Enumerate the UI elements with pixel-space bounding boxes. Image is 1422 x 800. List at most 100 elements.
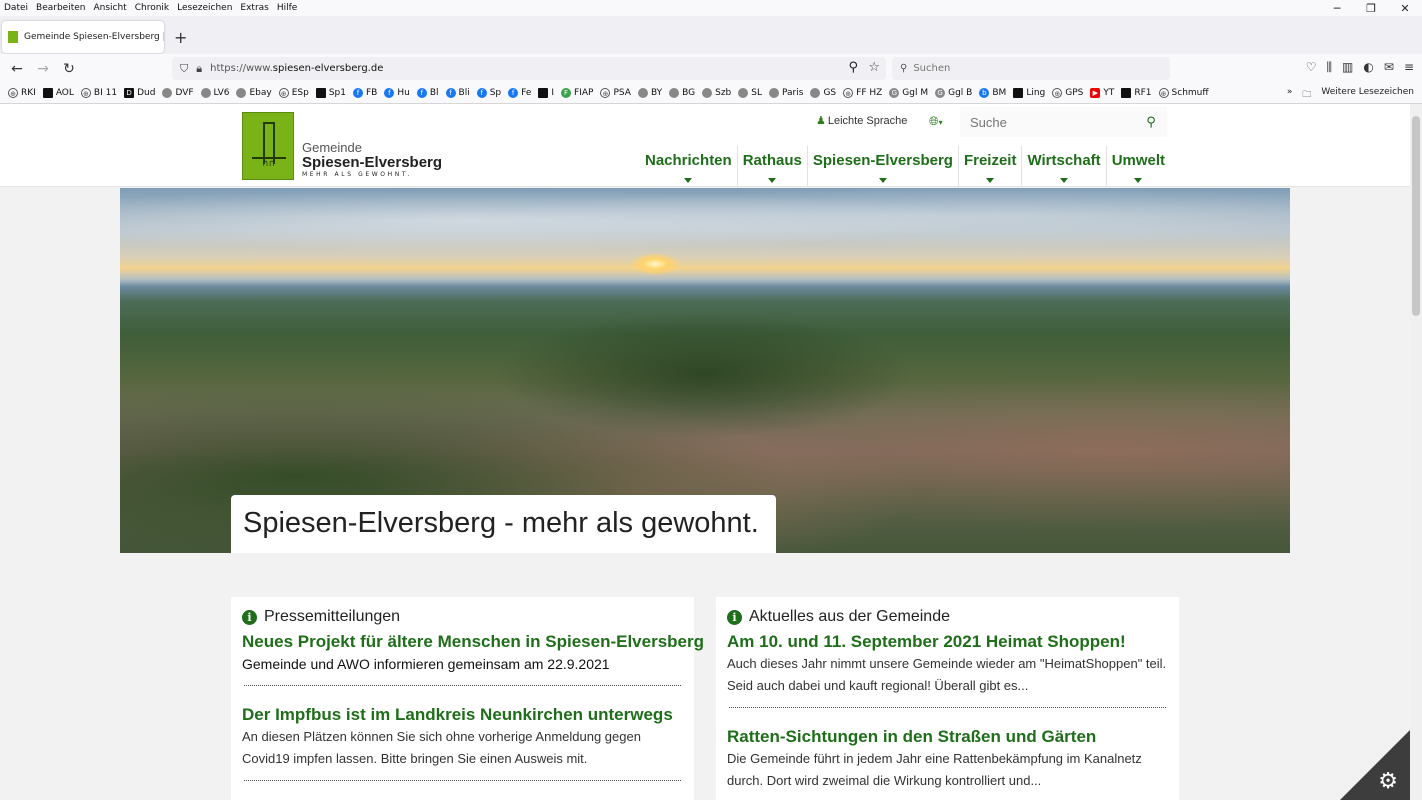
lock-icon[interactable]: 🔒︎ <box>196 62 202 76</box>
bookmark-label: BM <box>992 88 1007 98</box>
bookmark-label: BI 11 <box>93 88 118 98</box>
logo-tagline: MEHR ALS GEWOHNT. <box>302 171 412 178</box>
bookmark-item[interactable]: Paris <box>769 88 803 98</box>
news-heading-link[interactable]: Der Impfbus ist im Landkreis Neunkirchen… <box>242 704 683 726</box>
bookmark-item[interactable]: ⊕ Schmuff <box>1158 88 1209 98</box>
dvf-icon <box>162 88 173 98</box>
bookmark-item[interactable]: F FIAP <box>561 88 593 98</box>
nav-umwelt[interactable]: Umwelt <box>1105 146 1170 187</box>
mail-icon[interactable]: ✉ <box>1384 60 1394 75</box>
news-heading-link[interactable]: Am 10. und 11. September 2021 Heimat Sho… <box>727 631 1168 653</box>
bookmark-item[interactable]: f Bl <box>416 88 439 98</box>
browser-search-box[interactable]: ⚲ <box>892 57 1170 80</box>
search-icon[interactable]: ⚲ <box>848 60 858 75</box>
bookmark-item[interactable]: Sp1 <box>315 88 346 98</box>
language-selector[interactable]: 🌐︎▾ <box>929 114 943 129</box>
bookmark-item[interactable]: ⊕ FF HZ <box>843 88 882 98</box>
community-news-card: i Aktuelles aus der Gemeinde Am 10. und … <box>716 597 1179 800</box>
other-bookmarks-folder[interactable]: Weitere Lesezeichen <box>1321 87 1414 103</box>
forward-button[interactable]: → <box>30 61 56 77</box>
menu-ansicht[interactable]: Ansicht <box>89 3 130 13</box>
bookmark-item[interactable]: ⊕ PSA <box>600 88 631 98</box>
menu-lesezeichen[interactable]: Lesezeichen <box>173 3 236 13</box>
bookmark-item[interactable]: Ling <box>1013 88 1045 98</box>
bookmark-item[interactable]: BY <box>637 88 662 98</box>
browser-search-input[interactable] <box>913 63 1134 74</box>
nav-wirtschaft[interactable]: Wirtschaft <box>1021 146 1105 187</box>
news-heading-link[interactable]: Ratten-Sichtungen in den Straßen und Gär… <box>727 726 1168 748</box>
bookmark-item[interactable]: RF1 <box>1121 88 1152 98</box>
menu-bearbeiten[interactable]: Bearbeiten <box>32 3 89 13</box>
bookmark-item[interactable]: DVF <box>162 88 194 98</box>
bookmarks-overflow: » 🗀︎ Weitere Lesezeichen <box>1287 87 1414 103</box>
logo-line2: Spiesen-Elversberg <box>302 154 443 171</box>
settings-corner[interactable] <box>1340 730 1410 800</box>
bookmark-label: ESp <box>291 88 309 98</box>
bookmark-item[interactable]: G Ggl B <box>935 88 972 98</box>
tracking-protection-icon[interactable]: ⛉ <box>180 62 188 76</box>
bookmark-item[interactable]: f Bli <box>445 88 470 98</box>
bookmark-item[interactable]: f Fe <box>508 88 531 98</box>
menu-extras[interactable]: Extras <box>236 3 272 13</box>
url-bar[interactable]: ⛉ 🔒︎ https://www.spiesen-elversberg.de ⚲… <box>172 57 886 80</box>
menu-datei[interactable]: Datei <box>0 3 32 13</box>
bookmark-star-icon[interactable]: ☆ <box>868 60 880 75</box>
bookmark-item[interactable]: Szb <box>702 88 731 98</box>
leichte-sprache-link[interactable]: ♟ Leichte Sprache <box>816 114 907 127</box>
pocket-icon[interactable]: ♡ <box>1306 60 1317 75</box>
reload-button[interactable]: ↻ <box>56 61 82 77</box>
news-item: Ratten-Sichtungen in den Straßen und Gär… <box>727 726 1168 792</box>
bookmark-item[interactable]: BG <box>669 88 695 98</box>
bookmark-item[interactable]: f FB <box>353 88 377 98</box>
new-tab-button[interactable]: + <box>174 28 187 47</box>
youtube-icon: ▶ <box>1090 88 1101 98</box>
nav-nachrichten[interactable]: Nachrichten <box>640 146 737 187</box>
bookmark-label: Fe <box>521 88 532 98</box>
bookmark-item[interactable]: G Ggl M <box>889 88 928 98</box>
bookmark-item[interactable]: SL <box>738 88 762 98</box>
nav-spiesen-elversberg[interactable]: Spiesen-Elversberg <box>806 146 958 187</box>
bookmark-item[interactable]: AOL <box>42 88 74 98</box>
bookmark-item[interactable]: b BM <box>979 88 1006 98</box>
logo-emblem-icon: ∩∩ <box>242 112 294 180</box>
sidebar-icon[interactable]: ▥ <box>1342 60 1353 75</box>
card-header: i Aktuelles aus der Gemeinde <box>727 607 1168 627</box>
extension-icon[interactable]: ◐ <box>1363 60 1373 75</box>
bookmark-item[interactable]: ▶ YT <box>1090 88 1114 98</box>
bookmark-item[interactable]: GS <box>810 88 836 98</box>
hamburger-menu-icon[interactable]: ≡ <box>1404 60 1414 75</box>
active-tab[interactable]: Gemeinde Spiesen-Elversberg | ✕ <box>2 21 164 53</box>
bookmark-item[interactable]: ⊕ ESp <box>278 88 309 98</box>
url-text[interactable]: https://www.spiesen-elversberg.de <box>210 63 383 74</box>
bookmark-item[interactable]: D Dud <box>124 88 155 98</box>
site-search-button[interactable]: ⚲ <box>1135 115 1167 130</box>
bookmark-item[interactable]: Ebay <box>236 88 272 98</box>
back-button[interactable]: ← <box>4 61 30 77</box>
bookmark-item[interactable]: f Hu <box>384 88 410 98</box>
site-search-input[interactable] <box>960 114 1130 130</box>
nav-freizeit[interactable]: Freizeit <box>957 146 1022 187</box>
scrollbar-thumb[interactable] <box>1412 116 1420 316</box>
caret-down-icon <box>768 178 777 183</box>
bookmark-label: YT <box>1103 88 1115 98</box>
library-icon[interactable]: ⫼ <box>1327 60 1333 75</box>
gear-icon[interactable]: ⚙ <box>1378 769 1398 794</box>
caret-down-icon <box>684 178 693 183</box>
bookmark-item[interactable]: f Sp <box>476 88 501 98</box>
chevron-more-icon[interactable]: » <box>1287 87 1293 103</box>
bookmark-item[interactable]: I <box>538 88 554 98</box>
hero-caption: Spiesen-Elversberg - mehr als gewohnt. <box>231 495 776 553</box>
car-icon <box>738 88 749 98</box>
nav-rathaus[interactable]: Rathaus <box>736 146 807 187</box>
bookmark-item[interactable]: LV6 <box>200 88 229 98</box>
menu-hilfe[interactable]: Hilfe <box>273 3 301 13</box>
bookmark-label: Dud <box>137 88 156 98</box>
bookmark-item[interactable]: ⊕ BI 11 <box>80 88 118 98</box>
bookmark-label: Ebay <box>249 88 272 98</box>
bookmark-item[interactable]: ⊕ GPS <box>1052 88 1083 98</box>
menu-chronik[interactable]: Chronik <box>131 3 173 13</box>
bookmark-item[interactable]: ⊕ RKI <box>8 88 36 98</box>
site-logo[interactable]: ∩∩ Gemeinde Spiesen-Elversberg MEHR ALS … <box>242 112 442 180</box>
page-scrollbar[interactable] <box>1410 104 1422 800</box>
news-heading-link[interactable]: Neues Projekt für ältere Menschen in Spi… <box>242 631 704 653</box>
